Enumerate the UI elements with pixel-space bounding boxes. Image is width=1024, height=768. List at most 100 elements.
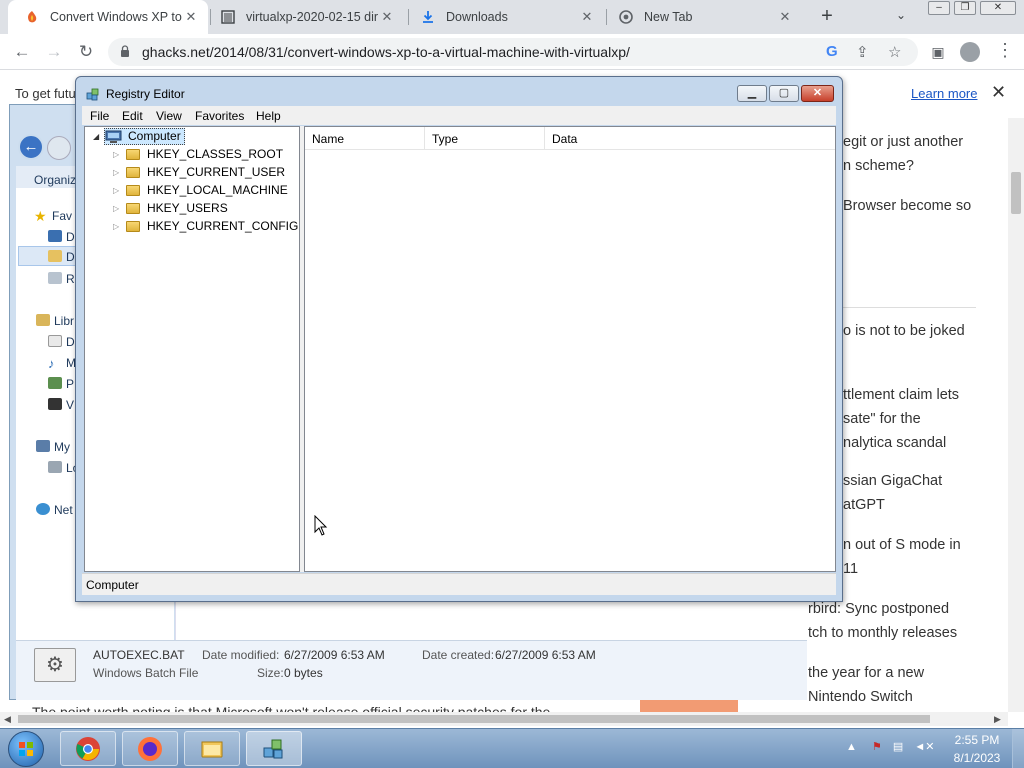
sidebar-article-link[interactable]: n out of S mode in 11: [843, 533, 993, 581]
regedit-close-button[interactable]: ✕: [801, 85, 834, 102]
details-created-value: 6/27/2009 6:53 AM: [495, 648, 596, 662]
taskbar-explorer[interactable]: [184, 731, 240, 766]
side-panel-icon[interactable]: ▣: [926, 41, 950, 63]
forward-arrow-icon[interactable]: →: [42, 41, 66, 63]
scroll-right-arrow-icon[interactable]: ▶: [994, 712, 1001, 726]
nav-item-computer[interactable]: My: [36, 440, 70, 454]
menu-favorites[interactable]: Favorites: [195, 109, 244, 123]
registry-values-list[interactable]: Name Type Data: [304, 126, 836, 572]
column-header-type[interactable]: Type: [425, 127, 545, 150]
action-center-flag-icon[interactable]: ⚑: [872, 741, 882, 753]
regedit-minimize-button[interactable]: ▁: [737, 85, 767, 102]
taskbar-registry-editor[interactable]: [246, 731, 302, 766]
star-icon: ★: [34, 208, 47, 224]
start-button-windows-logo-icon[interactable]: [8, 731, 44, 767]
scrollbar-thumb[interactable]: [1011, 172, 1021, 214]
tree-node-hkcu[interactable]: HKEY_CURRENT_USER: [147, 164, 285, 181]
network-icon[interactable]: ▤: [893, 741, 903, 753]
sidebar-article-link[interactable]: ssian GigaChat atGPT: [843, 469, 993, 517]
explorer-forward-icon[interactable]: [47, 136, 71, 160]
column-header-data[interactable]: Data: [545, 127, 835, 150]
expand-arrow-icon[interactable]: ▷: [113, 164, 119, 181]
menu-edit[interactable]: Edit: [122, 109, 143, 123]
nav-label: Fav: [52, 209, 73, 223]
learn-more-link[interactable]: Learn more: [911, 86, 977, 101]
tree-node-hkcc[interactable]: HKEY_CURRENT_CONFIG: [147, 218, 298, 235]
address-bar[interactable]: ghacks.net/2014/08/31/convert-windows-xp…: [108, 38, 918, 66]
scroll-left-arrow-icon[interactable]: ◀: [4, 712, 11, 726]
sidebar-article-link[interactable]: egit or just another n scheme?: [843, 130, 993, 178]
organize-button[interactable]: Organiz: [34, 173, 76, 187]
clock-time[interactable]: 2:55 PM: [952, 733, 1002, 747]
chrome-menu-icon[interactable]: ⋮: [996, 40, 1014, 61]
volume-muted-icon[interactable]: ◄✕: [914, 741, 934, 753]
menu-file[interactable]: File: [90, 109, 109, 123]
expand-arrow-icon[interactable]: ▷: [113, 182, 119, 199]
close-window-button[interactable]: ✕: [980, 1, 1016, 15]
collapse-arrow-icon[interactable]: ◢: [93, 128, 99, 145]
tray-overflow-arrow-icon[interactable]: ▲: [846, 741, 857, 753]
reload-icon[interactable]: ↻: [74, 41, 98, 63]
tab-close-icon[interactable]: ✕: [182, 9, 200, 25]
regedit-maximize-button[interactable]: ▢: [769, 85, 799, 102]
tree-node-hklm[interactable]: HKEY_LOCAL_MACHINE: [147, 182, 288, 199]
google-lens-icon[interactable]: G: [826, 43, 838, 60]
sidebar-article-link[interactable]: ttlement claim lets sate" for the nalyti…: [843, 383, 993, 455]
nav-item-network[interactable]: Net: [36, 503, 73, 517]
nav-item-libraries[interactable]: Libr: [36, 314, 74, 328]
regedit-cubes-icon: [86, 88, 99, 101]
nav-item-pictures[interactable]: P: [48, 377, 74, 391]
pictures-icon: [48, 377, 62, 389]
nav-item-desktop[interactable]: D: [48, 230, 75, 244]
restore-window-button[interactable]: ❐: [954, 1, 976, 15]
tree-node-hku[interactable]: HKEY_USERS: [147, 200, 228, 217]
scrollbar-thumb[interactable]: [18, 715, 930, 723]
expand-arrow-icon[interactable]: ▷: [113, 218, 119, 235]
regedit-title-bar[interactable]: Registry Editor ▁ ▢ ✕: [76, 77, 842, 107]
nav-item-music[interactable]: ♪ M: [48, 356, 76, 371]
sidebar-divider: [840, 307, 976, 308]
sidebar-article-link[interactable]: Browser become so: [843, 194, 993, 218]
profile-avatar-icon[interactable]: [960, 42, 980, 62]
tab-virtualxp-directory[interactable]: virtualxp-2020-02-15 dire ✕: [204, 0, 404, 34]
menu-help[interactable]: Help: [256, 109, 281, 123]
hard-drive-icon: [48, 461, 62, 473]
tab-search-chevron-icon[interactable]: ⌄: [896, 8, 906, 22]
nav-item-downloads[interactable]: D: [48, 250, 75, 264]
nav-label: D: [66, 230, 75, 244]
folder-icon: [126, 149, 140, 160]
tree-node-hkcr[interactable]: HKEY_CLASSES_ROOT: [147, 146, 283, 163]
expand-arrow-icon[interactable]: ▷: [113, 200, 119, 217]
tab-downloads[interactable]: Downloads ✕: [404, 0, 604, 34]
expand-arrow-icon[interactable]: ▷: [113, 146, 119, 163]
explorer-back-icon[interactable]: ←: [18, 134, 44, 160]
tab-close-icon[interactable]: ✕: [378, 9, 396, 25]
bookmark-star-icon[interactable]: ☆: [888, 43, 901, 61]
taskbar-firefox[interactable]: [122, 731, 178, 766]
url-text: ghacks.net/2014/08/31/convert-windows-xp…: [142, 44, 630, 60]
regedit-cubes-icon: [263, 739, 283, 759]
share-icon[interactable]: ⇪: [856, 43, 869, 61]
menu-view[interactable]: View: [156, 109, 182, 123]
column-header-name[interactable]: Name: [305, 127, 425, 150]
sidebar-article-link[interactable]: o is not to be joked: [843, 319, 993, 343]
notice-close-icon[interactable]: ✕: [991, 82, 1006, 103]
nav-item-favorites[interactable]: ★ Fav: [34, 208, 73, 224]
nav-item-documents[interactable]: D: [48, 335, 75, 349]
sidebar-article-link[interactable]: rbird: Sync postponed tch to monthly rel…: [808, 597, 978, 645]
back-arrow-icon[interactable]: ←: [10, 41, 34, 63]
show-desktop-button[interactable]: [1012, 729, 1024, 768]
minimize-window-button[interactable]: –: [928, 1, 950, 15]
tab-new-tab[interactable]: New Tab ✕: [602, 0, 802, 34]
tab-close-icon[interactable]: ✕: [578, 9, 596, 25]
tab-ghacks-article[interactable]: Convert Windows XP to a ✕: [8, 0, 208, 34]
tree-root-computer[interactable]: Computer: [128, 128, 181, 145]
recent-places-icon: [48, 272, 62, 284]
registry-editor-window: Registry Editor ▁ ▢ ✕ File Edit View Fav…: [75, 76, 843, 602]
nav-item-videos[interactable]: V: [48, 398, 74, 412]
new-tab-button[interactable]: +: [816, 5, 838, 27]
nav-item-recent[interactable]: R: [48, 272, 75, 286]
clock-date[interactable]: 8/1/2023: [950, 751, 1004, 765]
taskbar-chrome[interactable]: [60, 731, 116, 766]
tab-close-icon[interactable]: ✕: [776, 9, 794, 25]
